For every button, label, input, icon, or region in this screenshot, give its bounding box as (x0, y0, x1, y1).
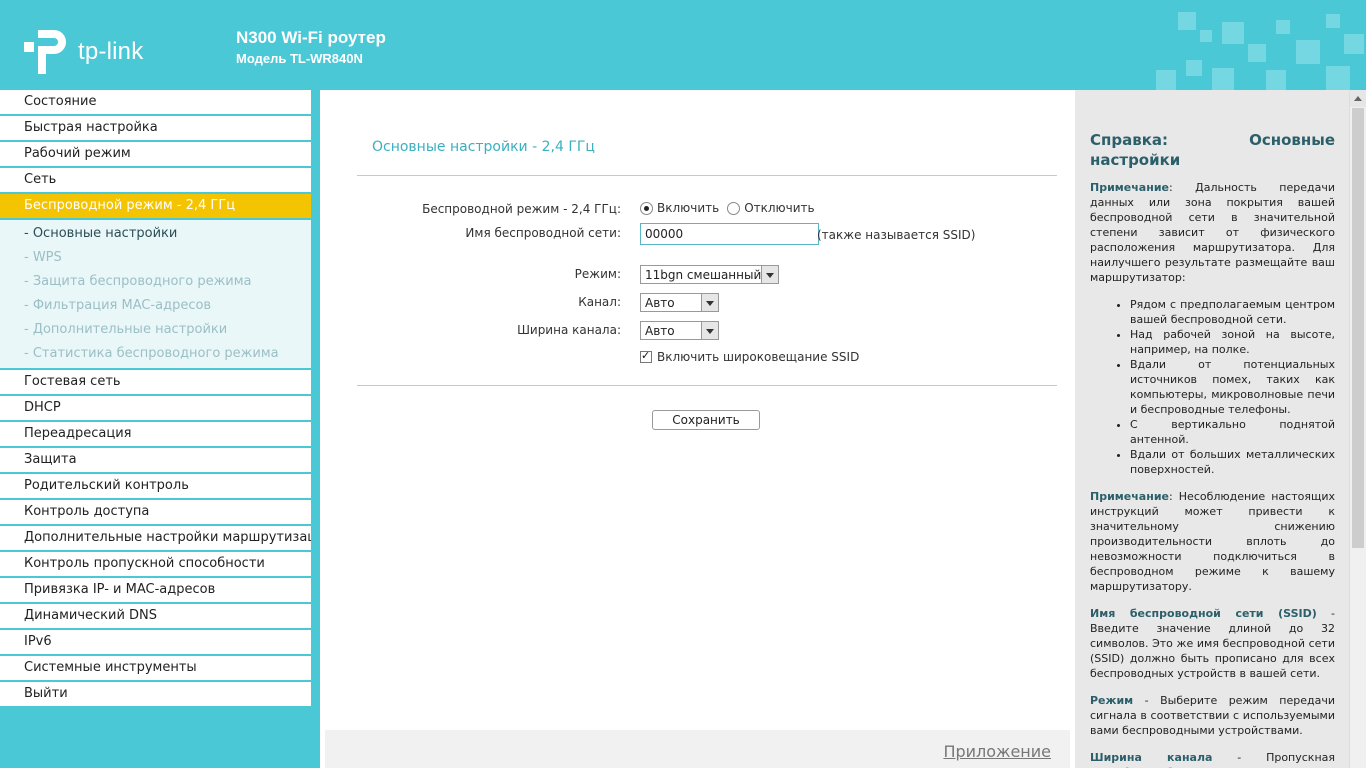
sidebar-subitem-statistics[interactable]: - Статистика беспроводного режима (0, 342, 311, 366)
channel-width-label: Ширина канала: (517, 323, 621, 337)
help-mode-label: Режим (1090, 694, 1134, 707)
sidebar-item-bandwidth-control[interactable]: Контроль пропускной способности (0, 552, 311, 576)
sidebar-subitem-wps[interactable]: - WPS (0, 246, 311, 270)
sidebar-subitem-wireless-security[interactable]: - Защита беспроводного режима (0, 270, 311, 294)
help-bullet: С вертикально поднятой антенной. (1130, 417, 1335, 447)
chevron-down-icon (701, 294, 718, 311)
sidebar-item-operation-mode[interactable]: Рабочий режим (0, 142, 311, 166)
channel-select-value: Авто (645, 296, 675, 310)
help-bullet-list: Рядом с предполагаемым центром вашей бес… (1090, 297, 1335, 477)
help-panel: Справка: Основные настройки Примечание: … (1075, 90, 1349, 768)
header: tp-link N300 Wi-Fi роутер Модель TL-WR84… (0, 0, 1366, 90)
sidebar-item-dhcp[interactable]: DHCP (0, 396, 311, 420)
help-title-line2: настройки (1090, 150, 1335, 170)
sidebar-item-network[interactable]: Сеть (0, 168, 311, 192)
help-width-label: Ширина канала (1090, 751, 1213, 764)
help-note-1-text: : Дальность передачи данных или зона пок… (1090, 181, 1335, 284)
chevron-down-icon (761, 266, 778, 283)
help-bullet: Вдали от больших металлических поверхнос… (1130, 447, 1335, 477)
sidebar-subitem-mac-filtering[interactable]: - Фильтрация MAC-адресов (0, 294, 311, 318)
ssid-broadcast-label[interactable]: Включить широковещание SSID (657, 350, 859, 364)
help-content: Справка: Основные настройки Примечание: … (1090, 130, 1335, 768)
header-decoration (1156, 12, 1364, 90)
tp-link-logo-icon (24, 30, 66, 74)
channel-select[interactable]: Авто (640, 293, 719, 312)
scrollbar-thumb[interactable] (1352, 108, 1364, 548)
logo-text: tp-link (78, 38, 144, 65)
help-note-1-label: Примечание (1090, 181, 1169, 194)
channel-label: Канал: (578, 295, 621, 309)
channel-width-select[interactable]: Авто (640, 321, 719, 340)
divider-bottom (357, 385, 1057, 386)
sidebar-item-logout[interactable]: Выйти (0, 682, 311, 706)
router-model: Модель TL-WR840N (236, 51, 363, 66)
mode-select[interactable]: 11bgn смешанный (640, 265, 779, 284)
sidebar-item-wireless-24[interactable]: Беспроводной режим - 2,4 ГГц (0, 194, 311, 218)
page-title: Основные настройки - 2,4 ГГц (372, 139, 595, 155)
sidebar-item-access-control[interactable]: Контроль доступа (0, 500, 311, 524)
sidebar-menu: Состояние Быстрая настройка Рабочий режи… (0, 90, 311, 768)
radio-disable-label[interactable]: Отключить (744, 201, 814, 215)
save-button[interactable]: Сохранить (652, 410, 760, 430)
help-note-1: Примечание: Дальность передачи данных ил… (1090, 180, 1335, 285)
channel-width-select-value: Авто (645, 324, 675, 338)
help-title-line2-text: настройки (1090, 151, 1181, 169)
ssid-label: Имя беспроводной сети: (465, 226, 621, 240)
ssid-broadcast-checkbox[interactable] (640, 349, 652, 363)
mode-select-value: 11bgn смешанный (645, 268, 762, 282)
sidebar-subitem-advanced[interactable]: - Дополнительные настройки (0, 318, 311, 342)
help-bullet: Вдали от потенциальных источников помех,… (1130, 357, 1335, 417)
radio-disable[interactable] (727, 201, 741, 215)
sidebar-item-system-tools[interactable]: Системные инструменты (0, 656, 311, 680)
sidebar-subitem-basic-settings[interactable]: - Основные настройки (0, 222, 311, 246)
help-title-left: Справка: (1090, 131, 1169, 149)
sidebar-submenu-wireless: - Основные настройки - WPS - Защита бесп… (0, 220, 311, 368)
appendix-link[interactable]: Приложение (943, 742, 1051, 761)
help-note-2-text: : Несоблюдение настоящих инструкций може… (1090, 490, 1335, 593)
ssid-input[interactable] (640, 223, 819, 245)
help-bullet: Над рабочей зоной на высоте, например, н… (1130, 327, 1335, 357)
help-ssid-label: Имя беспроводной сети (SSID) (1090, 607, 1317, 620)
wireless-mode-radio-group: Включить Отключить (640, 201, 815, 215)
help-ssid: Имя беспроводной сети (SSID) - Введите з… (1090, 606, 1335, 681)
help-scrollbar[interactable] (1349, 90, 1366, 768)
router-title: N300 Wi-Fi роутер (236, 28, 386, 47)
sidebar-item-forwarding[interactable]: Переадресация (0, 422, 311, 446)
help-width: Ширина канала - Пропускная способность б… (1090, 750, 1335, 768)
scroll-up-arrow-icon[interactable] (1350, 90, 1366, 107)
sidebar-item-dynamic-dns[interactable]: Динамический DNS (0, 604, 311, 628)
divider-top (357, 175, 1057, 176)
sidebar-item-security[interactable]: Защита (0, 448, 311, 472)
sidebar-item-advanced-routing[interactable]: Дополнительные настройки маршрутизации (0, 526, 311, 550)
help-bullet: Рядом с предполагаемым центром вашей бес… (1130, 297, 1335, 327)
sidebar-item-guest-network[interactable]: Гостевая сеть (0, 370, 311, 394)
ssid-hint: (также называется SSID) (817, 228, 976, 242)
mode-label: Режим: (574, 267, 621, 281)
sidebar-item-quick-setup[interactable]: Быстрая настройка (0, 116, 311, 140)
help-title-right: Основные (1249, 131, 1335, 149)
sidebar-item-ip-mac-binding[interactable]: Привязка IP- и MAC-адресов (0, 578, 311, 602)
sidebar-item-parental-control[interactable]: Родительский контроль (0, 474, 311, 498)
help-note-2-label: Примечание (1090, 490, 1169, 503)
footer-bar: Приложение (325, 730, 1070, 768)
tp-link-logo[interactable]: tp-link (24, 26, 164, 78)
sidebar-item-ipv6[interactable]: IPv6 (0, 630, 311, 654)
chevron-down-icon (701, 322, 718, 339)
help-note-2: Примечание: Несоблюдение настоящих инстр… (1090, 489, 1335, 594)
ssid-broadcast-row: Включить широковещание SSID (640, 349, 859, 364)
main-content: Основные настройки - 2,4 ГГц Беспроводно… (320, 90, 1075, 768)
radio-enable[interactable] (640, 201, 653, 215)
help-mode: Режим - Выберите режим передачи сигнала … (1090, 693, 1335, 738)
sidebar-item-status[interactable]: Состояние (0, 90, 311, 114)
wireless-mode-label: Беспроводной режим - 2,4 ГГц: (422, 202, 621, 216)
help-title: Справка: Основные (1090, 130, 1335, 150)
radio-enable-label[interactable]: Включить (657, 201, 719, 215)
